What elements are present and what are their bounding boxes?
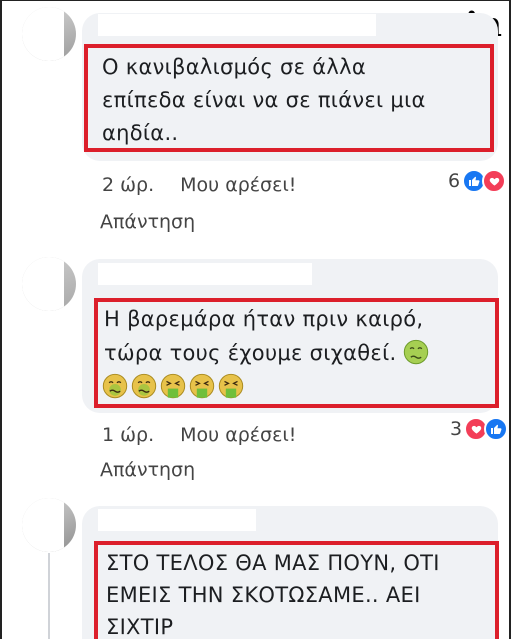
comment-text-line: επίπεδα είναι να σε πιάνει μια — [102, 88, 426, 112]
like-button[interactable]: Μου αρέσει! — [180, 424, 296, 446]
comment-text-line: ΕΜΕΙΣ ΤΗΝ ΣΚΟΤΩΣΑΜΕ.. ΑΕΙ — [106, 583, 421, 607]
comment-meta: 1 ώρ. Μου αρέσει! — [102, 424, 296, 446]
avatar[interactable] — [22, 257, 76, 311]
thread-line — [48, 553, 50, 639]
love-icon — [482, 169, 507, 193]
vomiting-face-icon — [218, 373, 244, 399]
redacted-author-name[interactable] — [98, 509, 256, 531]
avatar[interactable] — [22, 498, 76, 552]
comment-text-line: Ο κανιβαλισμός σε άλλα — [102, 55, 367, 79]
comment-meta: 2 ώρ. Μου αρέσει! — [102, 174, 296, 196]
avatar[interactable] — [22, 7, 76, 61]
nauseated-face-icon — [102, 373, 128, 399]
comment-text-line: ΣΙΧΤΙΡ — [106, 615, 174, 639]
emoji-row — [102, 371, 247, 404]
redacted-author-name[interactable] — [98, 14, 376, 36]
redacted-author-name[interactable] — [98, 263, 312, 285]
comment-text-line: αηδία.. — [102, 121, 179, 145]
like-button[interactable]: Μου αρέσει! — [180, 174, 296, 196]
comment-text-line: τώρα τους έχουμε σιχαθεί. — [104, 337, 432, 370]
reaction-count: 6 — [448, 170, 461, 192]
comment-time[interactable]: 2 ώρ. — [102, 174, 154, 196]
reply-button[interactable]: Απάντηση — [100, 211, 195, 233]
reply-button[interactable]: Απάντηση — [100, 459, 195, 481]
comment-time[interactable]: 1 ώρ. — [102, 424, 154, 446]
comment-text-line: ΣΤΟ ΤΕΛΟΣ ΘΑ ΜΑΣ ΠΟΥΝ, ΟΤΙ — [106, 551, 440, 575]
vomiting-face-icon — [160, 373, 186, 399]
nauseated-face-icon — [404, 339, 429, 365]
reaction-summary[interactable]: 6 — [448, 169, 507, 193]
reaction-summary[interactable]: 3 — [450, 417, 509, 441]
comments-screenshot: in Ο κανιβαλισμός σε άλλα επίπεδα είναι … — [0, 0, 511, 639]
vomiting-face-icon — [189, 373, 215, 399]
comment-text-line: Η βαρεμάρα ήταν πριν καιρό, — [104, 307, 424, 331]
nauseated-face-icon — [131, 373, 157, 399]
like-icon — [484, 417, 509, 441]
reaction-count: 3 — [450, 418, 463, 440]
